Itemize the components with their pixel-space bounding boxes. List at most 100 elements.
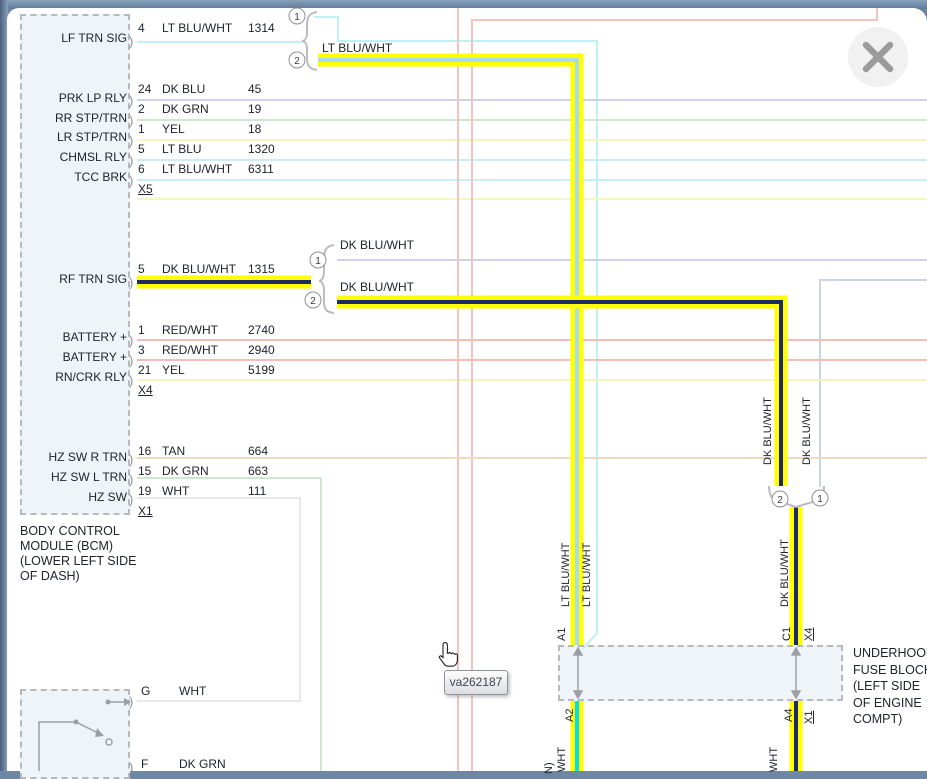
pin-label-hz-sw: HZ SW xyxy=(17,491,127,504)
circuit-num: 2740 xyxy=(248,324,275,337)
terminal-c1: C1 xyxy=(781,627,794,641)
fuse-caption-line2: FUSE BLOCK xyxy=(853,662,927,679)
wire-id-tooltip-text: va262187 xyxy=(450,675,503,689)
connector-link-x4[interactable]: X4 xyxy=(138,384,153,397)
wire-label-dk-blu-wht-2: DK BLU/WHT xyxy=(340,281,414,294)
wire-label-dk-blu-wht-1: DK BLU/WHT xyxy=(340,239,414,252)
pin-num: 19 xyxy=(138,484,151,498)
pin-bracket: ) xyxy=(129,492,133,507)
circuit-num: 2940 xyxy=(248,344,275,357)
close-button[interactable] xyxy=(848,27,908,87)
pin-bracket: ) xyxy=(129,472,133,487)
pin-label-hz-sw-l-trn: HZ SW L TRN xyxy=(17,471,127,484)
pin-label-rr-stp-trn: RR STP/TRN xyxy=(17,112,127,125)
pin-bracket: ) xyxy=(129,275,133,290)
circuit-num: 663 xyxy=(248,465,268,478)
pin-num: 2 xyxy=(138,102,145,116)
wire-label-dk-blu-wht-vert-1: DK BLU/WHT xyxy=(762,397,775,465)
diagram-labels: LF TRN SIG PRK LP RLY RR STP/TRN LR STP/… xyxy=(0,0,927,771)
pin-bracket: ) xyxy=(129,153,133,168)
pin-row: 3RED/WHT2940 xyxy=(138,344,145,357)
circuit-num: 45 xyxy=(248,83,261,96)
circuit-num: 6311 xyxy=(248,163,274,176)
pin-label-battery-1: BATTERY + xyxy=(17,331,127,344)
pin-row: 24DK BLU45 xyxy=(138,83,151,96)
pin-bracket: ) xyxy=(129,760,133,775)
pin-num: 16 xyxy=(138,444,151,458)
pin-label-hz-sw-r-trn: HZ SW R TRN xyxy=(17,451,127,464)
bcm-caption: BODY CONTROL MODULE (BCM) (LOWER LEFT SI… xyxy=(20,524,136,584)
terminal-link-x1[interactable]: X1 xyxy=(803,711,816,724)
pin-label-rf-trn-sig: RF TRN SIG xyxy=(17,273,127,286)
pin-row: 19WHT111 xyxy=(138,485,151,498)
pin-row: 5LT BLU1320 xyxy=(138,143,145,156)
pin-num: 1 xyxy=(138,122,145,136)
wire-id-tooltip: va262187 xyxy=(444,670,508,695)
bcm-caption-line1: BODY CONTROL xyxy=(20,524,136,539)
pin-row: 21YEL5199 xyxy=(138,364,151,377)
circuit-num: 664 xyxy=(248,445,268,458)
wire-color: WHT xyxy=(162,485,189,498)
circuit-num: 1314 xyxy=(248,22,275,35)
fuse-caption-line4: OF ENGINE xyxy=(853,695,927,712)
pin-row: 16TAN664 xyxy=(138,445,151,458)
pin-num: 5 xyxy=(138,262,145,276)
pin-bracket: ) xyxy=(129,353,133,368)
pin-bracket: ) xyxy=(129,113,133,128)
clipped-label-left-outer: N) xyxy=(543,762,556,774)
circuit-num: 18 xyxy=(248,123,261,136)
hand-cursor xyxy=(436,641,460,669)
switch-pin-f-color: DK GRN xyxy=(179,758,226,771)
wire-color: LT BLU xyxy=(162,143,202,156)
terminal-a4: A4 xyxy=(783,709,796,722)
switch-pin-f: F xyxy=(141,757,148,771)
circuit-num: 1315 xyxy=(248,263,275,276)
pin-bracket: ) xyxy=(129,373,133,388)
pin-label-prk-lp-rly: PRK LP RLY xyxy=(17,92,127,105)
circuit-num: 19 xyxy=(248,103,261,116)
bcm-caption-line4: OF DASH) xyxy=(20,569,136,584)
pin-label-battery-2: BATTERY + xyxy=(17,351,127,364)
pin-label-rn-crk-rly: RN/CRK RLY xyxy=(17,371,127,384)
circuit-num: 5199 xyxy=(248,364,275,377)
wire-label-lt-blu-wht-vert-1: LT BLU/WHT xyxy=(560,543,573,607)
pin-bracket: ) xyxy=(129,333,133,348)
fuse-caption-line1: UNDERHOOD xyxy=(853,645,927,662)
wire-label-lt-blu-wht: LT BLU/WHT xyxy=(322,42,392,55)
wire-color: TAN xyxy=(162,445,185,458)
close-icon xyxy=(848,27,908,87)
pin-row: 1YEL18 xyxy=(138,123,145,136)
pin-bracket: ) xyxy=(129,173,133,188)
pin-bracket: ) xyxy=(129,93,133,108)
wire-color: DK GRN xyxy=(162,465,209,478)
pin-row: 15DK GRN663 xyxy=(138,465,151,478)
switch-pin-f-row: FDK GRN xyxy=(141,758,148,771)
wire-color: RED/WHT xyxy=(162,324,218,337)
pin-label-lf-trn-sig: LF TRN SIG xyxy=(17,32,127,45)
pin-num: 15 xyxy=(138,464,151,478)
connector-link-x5[interactable]: X5 xyxy=(138,183,153,196)
fuse-caption-line5: COMPT) xyxy=(853,711,927,728)
fuse-block-caption: UNDERHOOD FUSE BLOCK (LEFT SIDE OF ENGIN… xyxy=(853,645,927,728)
wire-color: YEL xyxy=(162,123,185,136)
wire-color: LT BLU/WHT xyxy=(162,22,232,35)
pin-num: 21 xyxy=(138,363,151,377)
connector-link-x1[interactable]: X1 xyxy=(138,505,153,518)
pin-bracket: ) xyxy=(129,452,133,467)
bcm-caption-line2: MODULE (BCM) xyxy=(20,539,136,554)
circuit-num: 1320 xyxy=(248,143,275,156)
circuit-num: 111 xyxy=(248,485,266,498)
switch-pin-g: G xyxy=(141,684,150,698)
terminal-link-x4[interactable]: X4 xyxy=(803,628,816,641)
pin-num: 3 xyxy=(138,343,145,357)
pin-num: 6 xyxy=(138,162,145,176)
wire-color: DK GRN xyxy=(162,103,209,116)
wire-color: DK BLU xyxy=(162,83,205,96)
pin-bracket: ) xyxy=(129,133,133,148)
wire-color: YEL xyxy=(162,364,185,377)
pin-num: 24 xyxy=(138,82,151,96)
pin-row: 4LT BLU/WHT1314 xyxy=(138,22,145,35)
clipped-label-right: WHT xyxy=(768,747,781,772)
wire-label-dk-blu-wht-vert-3: DK BLU/WHT xyxy=(779,539,792,607)
terminal-a1: A1 xyxy=(556,628,569,641)
